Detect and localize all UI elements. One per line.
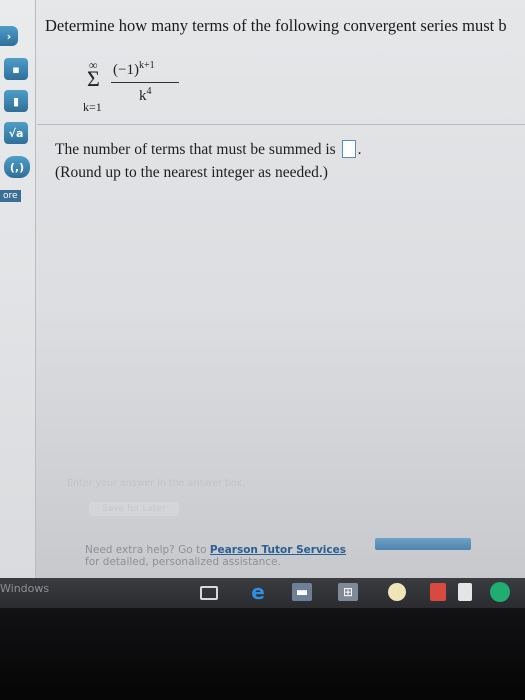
answer-input[interactable] xyxy=(341,140,356,158)
app-white-icon[interactable] xyxy=(458,583,472,601)
numerator-exponent: k+1 xyxy=(138,60,155,71)
question-area: Determine how many terms of the followin… xyxy=(37,0,525,578)
monitor-bezel xyxy=(0,608,525,700)
panel-toggle-icon[interactable]: › xyxy=(0,26,18,46)
series-lower-limit: k=1 xyxy=(83,100,102,114)
app-green-icon[interactable] xyxy=(490,582,510,602)
task-view-icon[interactable] xyxy=(200,586,218,600)
windows-activation-label: Windows xyxy=(0,582,50,595)
screen: › ▪ ▮ √a (,) ore Determine how many term… xyxy=(0,0,525,578)
enter-answer-hint: Enter your answer in the answer box. xyxy=(67,478,246,489)
pearson-tutor-link[interactable]: Pearson Tutor Services xyxy=(210,544,346,556)
answer-prompt: The number of terms that must be summed … xyxy=(55,140,361,159)
more-tools-button[interactable]: ore xyxy=(0,190,21,202)
sigma-symbol: Σ xyxy=(87,66,100,91)
denominator-exponent: 4 xyxy=(146,86,152,97)
file-explorer-icon[interactable]: ▬ xyxy=(292,583,312,601)
answer-suffix: . xyxy=(357,141,362,158)
question-text: Determine how many terms of the followin… xyxy=(45,16,507,35)
blue-button-strip[interactable] xyxy=(375,538,471,550)
app-red-icon[interactable] xyxy=(430,583,446,601)
series-numerator: (−1)k+1 xyxy=(113,60,155,79)
denominator-base: k xyxy=(139,88,147,104)
divider xyxy=(37,124,525,125)
series-denominator: k4 xyxy=(139,86,152,105)
help-line-2: for detailed, personalized assistance. xyxy=(85,556,281,568)
answer-prefix: The number of terms that must be summed … xyxy=(55,141,340,158)
math-tool-panel: › ▪ ▮ √a (,) ore xyxy=(0,0,36,578)
fraction-bar xyxy=(111,82,179,83)
edge-icon[interactable]: e xyxy=(248,580,268,604)
numerator-base: (−1) xyxy=(113,62,139,78)
help-line: Need extra help? Go to Pearson Tutor Ser… xyxy=(85,544,346,556)
sqrt-tool-icon[interactable]: √a xyxy=(4,122,28,144)
taskbar: Windows e ▬ ⊞ xyxy=(0,578,525,608)
help-prefix: Need extra help? Go to xyxy=(85,544,210,556)
app-round-icon[interactable] xyxy=(388,583,406,601)
series-expression: ∞ Σ k=1 (−1)k+1 k4 xyxy=(81,58,191,116)
matrix-tool-icon[interactable]: ▮ xyxy=(4,90,28,112)
save-for-later-button[interactable]: Save for Later xyxy=(89,502,179,516)
store-icon[interactable]: ⊞ xyxy=(338,583,358,601)
fraction-tool-icon[interactable]: ▪ xyxy=(4,58,28,80)
interval-tool-icon[interactable]: (,) xyxy=(4,156,30,178)
rounding-note: (Round up to the nearest integer as need… xyxy=(55,164,328,181)
